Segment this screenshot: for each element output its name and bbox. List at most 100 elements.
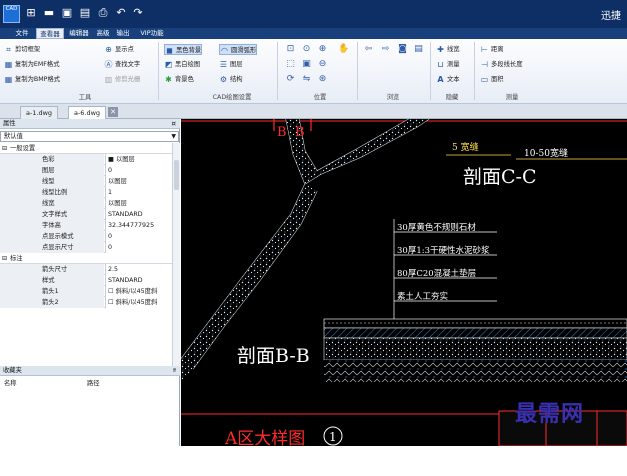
trim-raster-button[interactable]: ▥ 修剪光栅 (104, 74, 140, 85)
distance-icon: ⊢ (481, 44, 488, 54)
show-points-button[interactable]: ⊕ 显示点 (104, 44, 134, 55)
zoom-window-icon[interactable]: ⊙ (301, 44, 312, 55)
polyline-length-button[interactable]: ⊣ 多段线长度 (480, 59, 522, 70)
menu-vip[interactable]: VIP功能 (135, 28, 169, 39)
material-layer-2: 30厚1:3干硬性水泥砂浆 (397, 245, 490, 256)
area-icon: ▭ (480, 74, 489, 84)
rotate-icon[interactable]: ⟳ (285, 74, 296, 85)
copy-emf-button[interactable]: ▦ 复制为EMF格式 (4, 59, 60, 70)
mirror-icon[interactable]: ⇋ (301, 74, 312, 85)
ribbon-separator (277, 42, 278, 100)
property-row[interactable]: 线型 以图层 (0, 176, 172, 187)
property-value[interactable]: 2.5 (105, 264, 172, 275)
menu-viewer[interactable]: 查看器 (36, 28, 64, 39)
property-category[interactable]: ⊟ 标注 (0, 253, 172, 264)
property-value[interactable]: 以图层 (105, 198, 172, 209)
property-row[interactable]: 文字样式 STANDARD (0, 209, 172, 220)
tab-a-6-dwg[interactable]: a-6.dwg (68, 106, 106, 120)
collapse-icon[interactable]: ⊟ (2, 253, 7, 264)
property-row[interactable]: 点显示尺寸 0 (0, 242, 172, 253)
pin-icon[interactable]: ª (173, 366, 176, 376)
property-scrollbar[interactable] (172, 143, 180, 367)
smooth-arc-button[interactable]: ◠ 圆滑弧形 (219, 44, 258, 55)
property-value[interactable]: 0 (105, 165, 172, 176)
menu-file[interactable]: 文件 (10, 28, 34, 39)
zoom-in-icon[interactable]: ⊕ (317, 44, 328, 55)
print-icon[interactable]: ⎙ (96, 6, 110, 20)
prev-page-icon[interactable]: ⇦ (363, 44, 374, 55)
save-as-icon[interactable]: ▤ (78, 6, 92, 20)
next-page-icon[interactable]: ⇨ (380, 44, 391, 55)
close-tab-icon[interactable]: ✕ (108, 107, 118, 117)
fit-extents-icon[interactable]: ⬚ (285, 59, 296, 70)
scrollbar-thumb[interactable] (174, 160, 179, 190)
property-category[interactable]: ⊟ 一般设置 (0, 143, 172, 154)
group-label-position: 位置 (313, 94, 327, 101)
property-value[interactable]: 1 (105, 187, 172, 198)
background-color-button[interactable]: ✱ 背景色 (164, 74, 194, 85)
distance-button[interactable]: ⊢ 距离 (480, 44, 504, 55)
pin-icon[interactable]: ¤ (172, 119, 176, 129)
app-logo-icon[interactable]: CAD (3, 5, 20, 23)
property-value[interactable]: 以图层 (105, 176, 172, 187)
tab-a-1-dwg[interactable]: a-1.dwg (20, 106, 58, 120)
measure-toggle-button[interactable]: ⊔ 测量 (436, 59, 459, 70)
pan-hand-icon[interactable]: ✋ (338, 44, 349, 55)
property-value[interactable]: STANDARD (105, 209, 172, 220)
undo-icon[interactable]: ↶ (114, 6, 128, 20)
layers-icon: ☰ (219, 59, 228, 69)
new-file-icon[interactable]: ⊞ (24, 6, 38, 20)
line-width-button[interactable]: ✚ 线宽 (436, 44, 459, 55)
layers-button[interactable]: ☰ 图层 (219, 59, 243, 70)
properties-filter-select[interactable]: 默认值 ▼ (0, 131, 179, 142)
black-background-button[interactable]: ◼ 黑色背景 (164, 44, 203, 55)
crosshair-icon: ⊕ (105, 44, 112, 54)
property-row[interactable]: 色彩 ■ 以图层 (0, 154, 172, 165)
structure-label: 结构 (230, 76, 243, 83)
property-row[interactable]: 箭头1 ☐ 斜料/以45度斜 (0, 286, 172, 297)
layers-label: 图层 (230, 61, 243, 68)
zoom-options-icon[interactable]: ⊛ (317, 74, 328, 85)
property-value[interactable]: 32.344777925 (105, 220, 172, 231)
fit-window-icon[interactable]: ▣ (301, 59, 312, 70)
menu-output[interactable]: 输出 (114, 28, 132, 39)
menu-editor[interactable]: 编辑器 (66, 28, 92, 39)
find-text-button[interactable]: Ⓐ 查找文字 (104, 59, 141, 70)
ribbon-separator (430, 42, 431, 100)
area-button[interactable]: ▭ 面积 (480, 74, 504, 85)
stone-layer (323, 318, 627, 329)
save-icon[interactable]: ▣ (60, 6, 74, 20)
collapse-icon[interactable]: ⊟ (2, 143, 7, 154)
menu-advanced[interactable]: 高级 (94, 28, 112, 39)
property-row[interactable]: 点显示模式 0 (0, 231, 172, 242)
copy-bmp-button[interactable]: ▦ 复制为BMP格式 (4, 74, 60, 85)
zoom-out-icon[interactable]: ⊖ (317, 59, 328, 70)
watermark: 最需网 (515, 401, 585, 427)
property-value[interactable]: ☐ 斜料/以45度斜 (105, 297, 172, 308)
page-settings-icon[interactable]: ▤ (413, 44, 424, 55)
text-toggle-button[interactable]: A 文本 (436, 74, 460, 85)
property-row[interactable]: 图层 0 (0, 165, 172, 176)
text-toggle-label: 文本 (447, 76, 460, 83)
black-white-drawing-button[interactable]: ◩ 黑白绘图 (164, 59, 200, 70)
clip-frame-button[interactable]: ⌗ 剪切框架 (4, 44, 40, 55)
property-row[interactable]: 箭头2 ☐ 斜料/以45度斜 (0, 297, 172, 308)
property-value[interactable]: STANDARD (105, 275, 172, 286)
property-row[interactable]: 箭头尺寸 2.5 (0, 264, 172, 275)
property-key: 字体高 (0, 220, 104, 231)
property-value[interactable]: 0 (105, 231, 172, 242)
refresh-view-icon[interactable]: ◙ (397, 44, 408, 55)
open-folder-icon[interactable]: ▬ (42, 6, 56, 20)
property-key: 样式 (0, 275, 104, 286)
ribbon-separator (357, 42, 358, 100)
property-row[interactable]: 字体高 32.344777925 (0, 220, 172, 231)
property-row[interactable]: 样式 STANDARD (0, 275, 172, 286)
property-row[interactable]: 线型比例 1 (0, 187, 172, 198)
property-value[interactable]: ■ 以图层 (105, 154, 172, 165)
redo-icon[interactable]: ↷ (131, 6, 145, 20)
property-row[interactable]: 线宽 以图层 (0, 198, 172, 209)
property-value[interactable]: 0 (105, 242, 172, 253)
property-value[interactable]: ☐ 斜料/以45度斜 (105, 286, 172, 297)
pan-window-icon[interactable]: ⊡ (285, 44, 296, 55)
structure-button[interactable]: ⚙ 结构 (219, 74, 243, 85)
